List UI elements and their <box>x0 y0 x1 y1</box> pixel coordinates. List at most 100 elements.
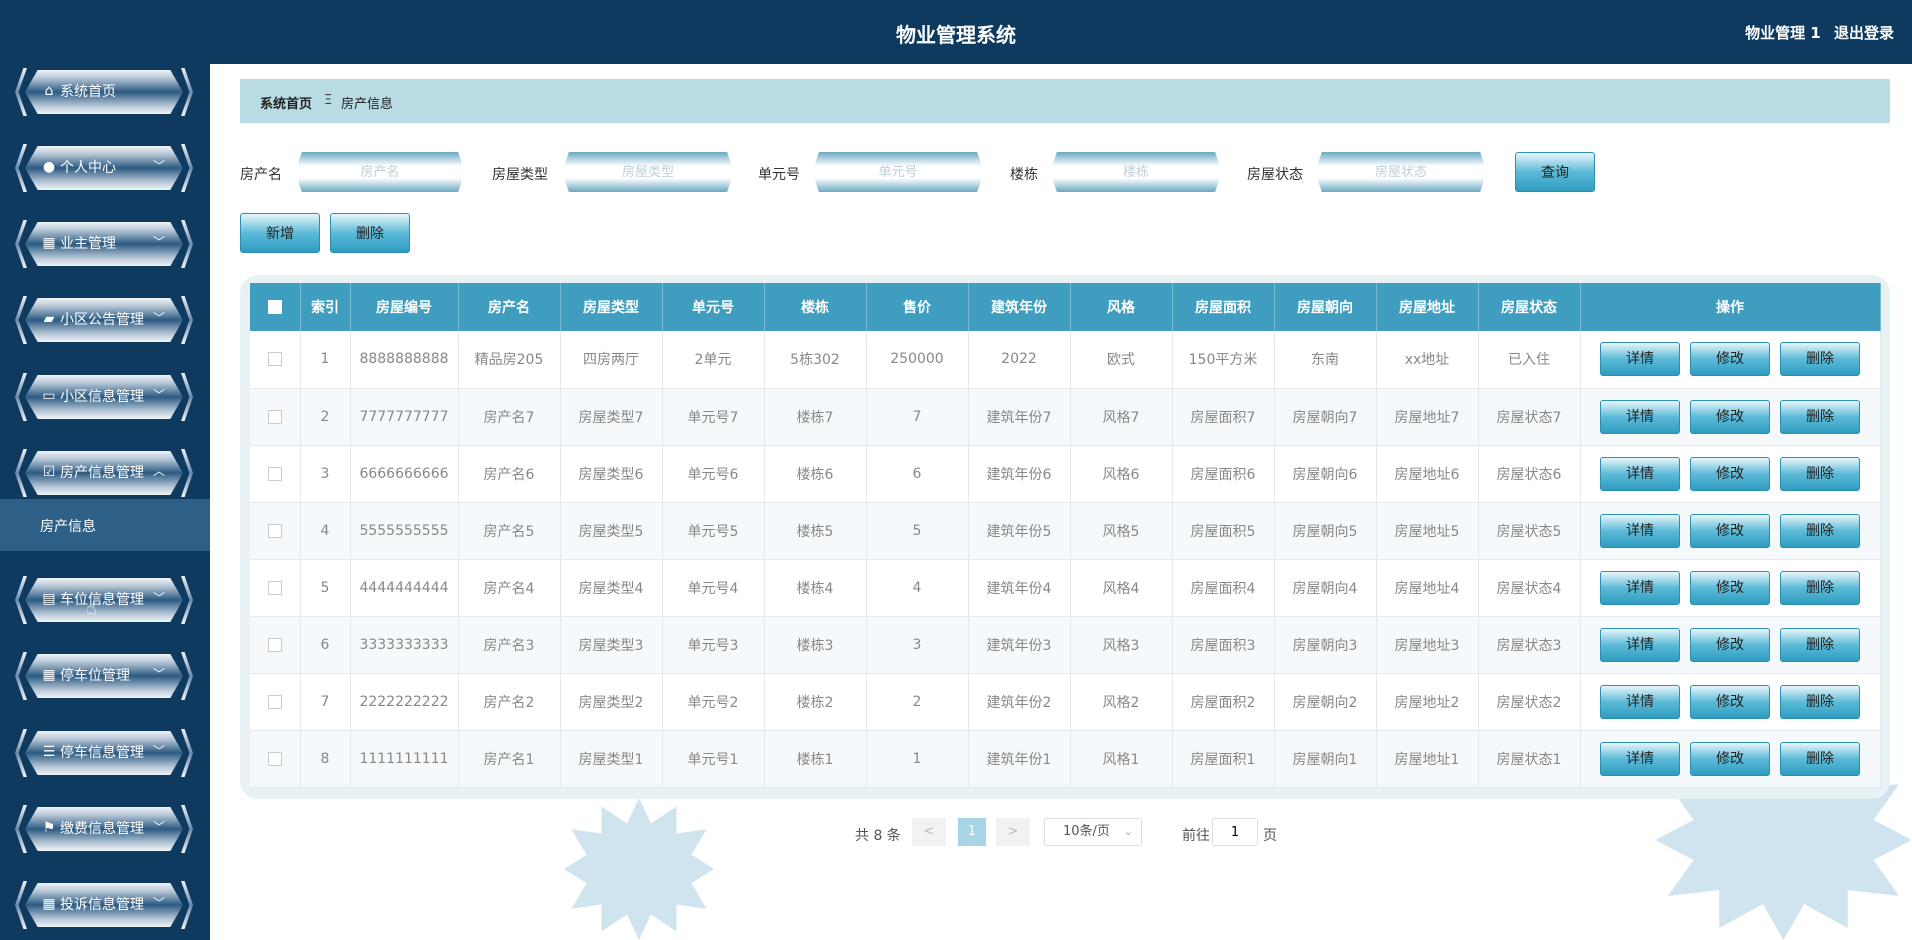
delete-button[interactable]: 删除 <box>1780 513 1860 548</box>
table-cell: 房屋朝向7 <box>1274 388 1377 446</box>
user-area: 物业管理 1 退出登录 <box>1737 22 1894 43</box>
row-checkbox[interactable] <box>267 409 282 424</box>
sidebar-item[interactable]: ▦ 停车位管理 ﹀ <box>15 650 193 702</box>
table-cell: 房屋类型5 <box>560 502 663 560</box>
query-button[interactable]: 查询 <box>1515 152 1595 192</box>
detail-button[interactable]: 详情 <box>1600 513 1680 548</box>
detail-button[interactable]: 详情 <box>1600 627 1680 662</box>
background-star-decoration <box>564 798 714 940</box>
table-cell: 房屋状态4 <box>1478 559 1581 617</box>
table-cell: 2022 <box>968 331 1071 389</box>
edit-button[interactable]: 修改 <box>1690 399 1770 434</box>
table-container: 索引 房屋编号 房产名 房屋类型 单元号 楼栋 售价 建筑年份 风格 房屋面积 房屋朝向 房屋地址 房屋… <box>240 275 1890 799</box>
detail-button[interactable]: 详情 <box>1600 456 1680 491</box>
sidebar-item[interactable]: ▦ 投诉信息管理 ﹀ <box>15 879 193 931</box>
edit-button[interactable]: 修改 <box>1690 456 1770 491</box>
table-cell: 5 <box>866 502 969 560</box>
edit-button[interactable]: 修改 <box>1690 684 1770 719</box>
detail-button[interactable]: 详情 <box>1600 684 1680 719</box>
goto-page-input[interactable] <box>1212 818 1258 846</box>
table-cell: 2 <box>300 388 351 446</box>
edit-button[interactable]: 修改 <box>1690 513 1770 548</box>
edit-button[interactable]: 修改 <box>1690 342 1770 377</box>
sidebar-item-label: 业主管理 <box>60 236 116 252</box>
delete-button[interactable]: 删除 <box>1780 684 1860 719</box>
select-all-checkbox[interactable] <box>267 300 282 314</box>
search-input[interactable] <box>1315 152 1487 192</box>
delete-button[interactable]: 删除 <box>1780 456 1860 491</box>
table-cell: 房产名5 <box>458 502 561 560</box>
sidebar-item[interactable]: ● 个人中心 ﹀ <box>15 142 193 194</box>
prev-page-button[interactable]: < <box>912 818 946 846</box>
chevron-down-icon: ⌄ <box>1123 825 1133 838</box>
column-header: 房产名 <box>458 283 561 331</box>
column-header: 操作 <box>1580 283 1881 331</box>
row-checkbox[interactable] <box>267 751 282 766</box>
column-header: 房屋面积 <box>1172 283 1275 331</box>
table-header-row: 索引 房屋编号 房产名 房屋类型 单元号 楼栋 售价 建筑年份 风格 房屋面积 房屋朝向 房屋地址 房屋… <box>250 283 1881 331</box>
edit-button[interactable]: 修改 <box>1690 627 1770 662</box>
table-cell: 房屋地址7 <box>1376 388 1479 446</box>
sidebar-item[interactable]: ▦ 业主管理 ﹀ <box>15 218 193 270</box>
table-cell: 楼栋5 <box>764 502 867 560</box>
row-checkbox[interactable] <box>267 637 282 652</box>
top-header: 物业管理系统 物业管理 1 退出登录 <box>0 0 1912 64</box>
detail-button[interactable]: 详情 <box>1600 399 1680 434</box>
table-cell: 1111111111 <box>350 730 459 788</box>
detail-button[interactable]: 详情 <box>1600 570 1680 605</box>
submenu-item-property-info[interactable]: 房产信息 <box>0 499 210 551</box>
table-cell: 楼栋7 <box>764 388 867 446</box>
delete-button[interactable]: 删除 <box>1780 627 1860 662</box>
search-input[interactable] <box>295 152 465 192</box>
table-cell: 房屋朝向2 <box>1274 673 1377 731</box>
table-cell: 3 <box>300 445 351 503</box>
row-checkbox[interactable] <box>267 352 282 367</box>
table-cell: 房屋类型4 <box>560 559 663 617</box>
detail-button[interactable]: 详情 <box>1600 342 1680 377</box>
search-input[interactable] <box>562 152 734 192</box>
table-cell: 房屋面积4 <box>1172 559 1275 617</box>
sidebar-item[interactable]: ▭ 小区信息管理 ﹀ <box>15 371 193 423</box>
sidebar-item[interactable]: ▰ 小区公告管理 ﹀ <box>15 294 193 346</box>
add-button[interactable]: 新增 <box>240 213 320 253</box>
sidebar-item[interactable]: ⌂ 系统首页 <box>15 66 193 118</box>
breadcrumb-separator: Ξ <box>324 93 333 108</box>
delete-button[interactable]: 删除 <box>1780 741 1860 776</box>
chevron-down-icon: ﹀ <box>152 896 165 910</box>
breadcrumb-home[interactable]: 系统首页 <box>260 93 312 112</box>
row-checkbox[interactable] <box>267 694 282 709</box>
column-header: 建筑年份 <box>968 283 1071 331</box>
delete-button[interactable]: 删除 <box>1780 342 1860 377</box>
app-title: 物业管理系统 <box>896 23 1016 47</box>
sidebar-item-label: 房产信息管理 <box>60 465 144 481</box>
sidebar-item[interactable]: ☑ 房产信息管理 ︿ <box>15 447 193 499</box>
edit-button[interactable]: 修改 <box>1690 741 1770 776</box>
chevron-down-icon: ﹀ <box>152 159 165 173</box>
table-cell: 单元号2 <box>662 673 765 731</box>
next-page-button[interactable]: > <box>996 818 1030 846</box>
row-checkbox[interactable] <box>267 523 282 538</box>
page-size-select[interactable]: 10条/页 ⌄ <box>1044 818 1142 846</box>
column-header: 房屋状态 <box>1478 283 1581 331</box>
table-row: 6 3333333333 房产名3 房屋类型3 单元号3 楼栋3 3 建筑年份3 风格3 房屋面积… <box>250 616 1881 674</box>
table-cell: 房屋状态1 <box>1478 730 1581 788</box>
sidebar-item[interactable]: ☰ 停车信息管理 ﹀ <box>15 727 193 779</box>
table-cell: 8888888888 <box>350 331 459 389</box>
detail-button[interactable]: 详情 <box>1600 741 1680 776</box>
sidebar-item[interactable]: ▤ 车位信息管理 ﹀ <box>15 574 193 626</box>
batch-delete-button[interactable]: 删除 <box>330 213 410 253</box>
delete-button[interactable]: 删除 <box>1780 399 1860 434</box>
edit-button[interactable]: 修改 <box>1690 570 1770 605</box>
search-input[interactable] <box>1050 152 1222 192</box>
row-select-cell <box>250 445 301 503</box>
table-cell: 房产名1 <box>458 730 561 788</box>
page-number-current[interactable]: 1 <box>958 818 986 846</box>
logout-button[interactable]: 退出登录 <box>1834 24 1894 42</box>
row-checkbox[interactable] <box>267 466 282 481</box>
pagination-total: 共 8 条 <box>855 828 901 844</box>
delete-button[interactable]: 删除 <box>1780 570 1860 605</box>
sidebar-item[interactable]: ⚑ 缴费信息管理 ﹀ <box>15 803 193 855</box>
search-field-label: 单元号 <box>758 167 800 183</box>
row-checkbox[interactable] <box>267 580 282 595</box>
search-input[interactable] <box>812 152 984 192</box>
